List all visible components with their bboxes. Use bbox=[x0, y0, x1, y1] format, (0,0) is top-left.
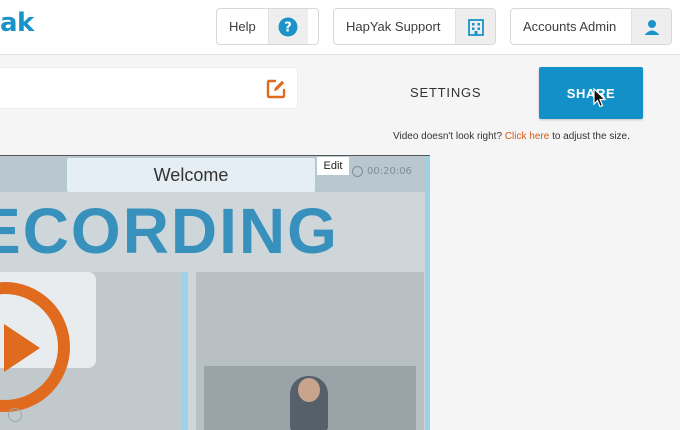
video-right-border bbox=[425, 156, 430, 430]
edit-pencil-icon[interactable] bbox=[265, 78, 287, 100]
help-label: Help bbox=[229, 19, 256, 34]
hapyak-logo[interactable]: ak bbox=[0, 8, 34, 38]
help-button[interactable]: Help ? bbox=[216, 8, 319, 45]
video-overlay-text: ECORDING bbox=[0, 195, 339, 267]
admin-label: Accounts Admin bbox=[523, 19, 617, 34]
video-size-note: Video doesn't look right? Click here to … bbox=[393, 131, 630, 142]
welcome-annotation[interactable]: Welcome bbox=[67, 158, 315, 192]
settings-small-icon bbox=[8, 408, 22, 422]
settings-button[interactable]: SETTINGS bbox=[410, 85, 481, 100]
user-icon bbox=[631, 9, 671, 44]
adjust-size-link[interactable]: Click here bbox=[505, 131, 549, 142]
clock-icon bbox=[352, 166, 363, 177]
video-player[interactable]: ECORDING Welcome Edit 00:20:06 bbox=[0, 155, 430, 430]
presenter-face bbox=[298, 378, 320, 402]
play-icon[interactable] bbox=[4, 324, 40, 372]
accounts-admin-button[interactable]: Accounts Admin bbox=[510, 8, 672, 45]
mouse-cursor-icon bbox=[593, 88, 607, 108]
svg-text:?: ? bbox=[284, 20, 292, 35]
edit-annotation-button[interactable]: Edit bbox=[317, 157, 349, 175]
share-button[interactable]: SHARE bbox=[539, 67, 643, 119]
support-button[interactable]: HapYak Support bbox=[333, 8, 496, 45]
top-header: ak Help ? HapYak Support Accounts Admin bbox=[0, 0, 680, 55]
size-note-prefix: Video doesn't look right? bbox=[393, 131, 503, 142]
video-timer: 00:20:06 bbox=[367, 166, 412, 177]
size-note-suffix: to adjust the size. bbox=[552, 131, 630, 142]
building-icon bbox=[455, 9, 495, 44]
title-input[interactable] bbox=[0, 67, 298, 109]
question-icon: ? bbox=[267, 9, 308, 44]
support-label: HapYak Support bbox=[346, 19, 441, 34]
